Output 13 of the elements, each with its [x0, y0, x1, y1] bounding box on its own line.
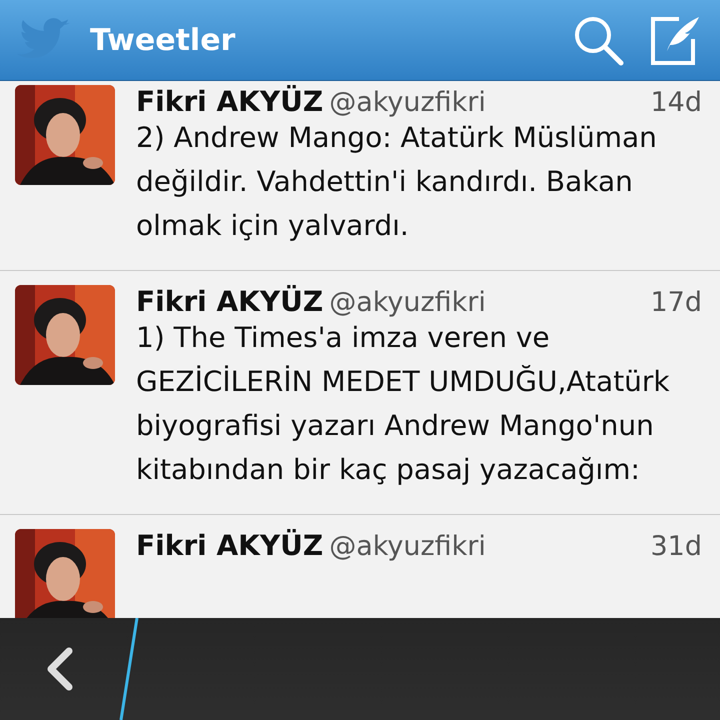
author-handle: @akyuzfikri — [329, 287, 487, 318]
author-name: Fikri AKYÜZ — [136, 285, 324, 318]
author-handle: @akyuzfikri — [329, 87, 487, 118]
tweet-text: 1) The Times'a imza veren ve GEZİCİLERİN MEDET UMDUĞU,Atatürk biyografisi yazarı Andrew Mango'nun kitabından bir kaç pasaj yazacağım: — [136, 320, 671, 488]
tweet-text: 2) Andrew Mango: Atatürk Müslüman değildir. Vahdettin'i kandırdı. Bakan olmak için yalvardı. — [136, 120, 658, 244]
page-title: Tweetler — [90, 22, 236, 58]
tweet-time: 31d — [650, 531, 702, 562]
chevron-left-icon — [45, 647, 75, 691]
author-handle: @akyuzfikri — [329, 531, 487, 562]
tweet-time: 14d — [650, 87, 702, 118]
author-name: Fikri AKYÜZ — [136, 85, 324, 118]
tweet-time: 17d — [650, 287, 702, 318]
author-name: Fikri AKYÜZ — [136, 529, 324, 562]
